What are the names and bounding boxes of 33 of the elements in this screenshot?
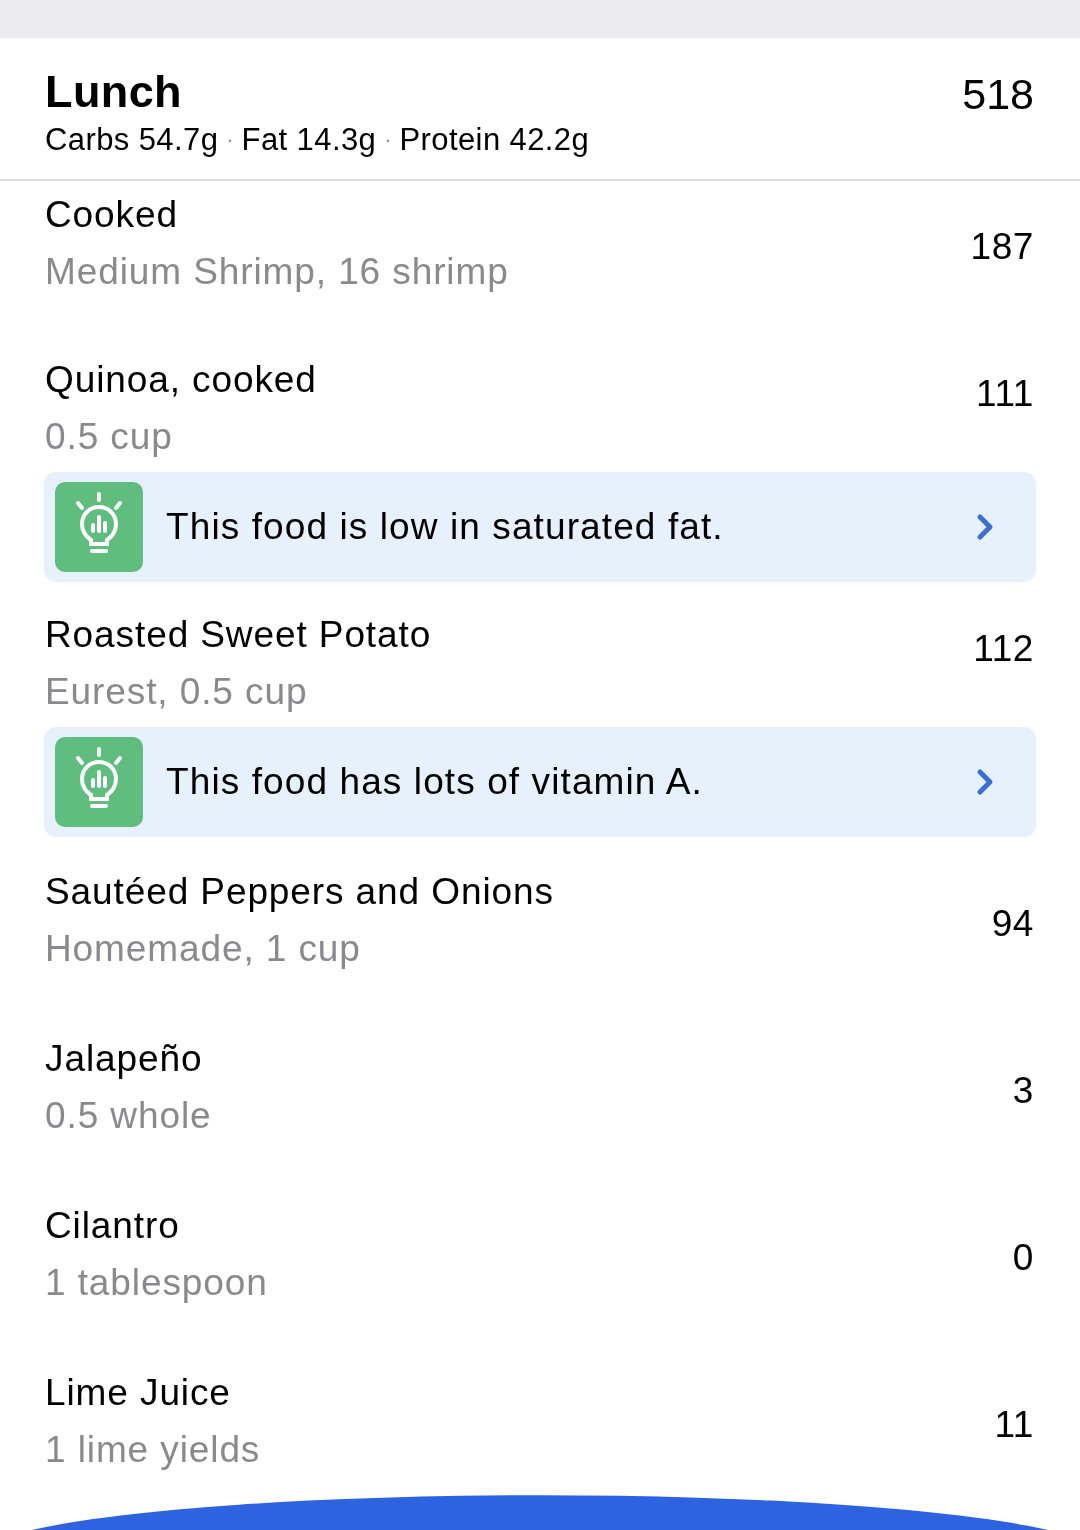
meal-title: Lunch: [45, 65, 183, 119]
macro-separator: ·: [384, 126, 392, 154]
food-calories: 111: [975, 372, 1034, 416]
macro-separator: ·: [226, 126, 234, 154]
food-serving: Homemade, 1 cup: [45, 927, 362, 971]
food-serving: 1 lime yields: [45, 1428, 261, 1472]
food-name: Sautéed Peppers and Onions: [45, 870, 554, 914]
meal-calories: 518: [962, 69, 1034, 120]
food-name: Cooked: [45, 193, 179, 237]
food-calories: 94: [991, 902, 1034, 946]
food-serving: 0.5 whole: [45, 1094, 212, 1138]
food-serving: 0.5 cup: [45, 415, 174, 459]
food-calories: 11: [994, 1403, 1034, 1447]
macro-value: Protein 42.2g: [399, 121, 590, 159]
tip-banner[interactable]: This food is low in saturated fat.: [44, 472, 1036, 582]
food-calories: 3: [1012, 1069, 1034, 1113]
food-serving: Eurest, 0.5 cup: [45, 670, 309, 714]
food-calories: 187: [970, 225, 1034, 269]
food-name: Roasted Sweet Potato: [45, 613, 432, 657]
lightbulb-icon: [55, 737, 143, 827]
macro-value: Fat 14.3g: [241, 121, 377, 159]
food-name: Quinoa, cooked: [45, 358, 317, 402]
food-name: Cilantro: [45, 1204, 181, 1248]
action-button[interactable]: [32, 1495, 1048, 1530]
lightbulb-icon: [55, 482, 143, 572]
food-calories: 112: [973, 627, 1034, 671]
tip-banner[interactable]: This food has lots of vitamin A.: [44, 727, 1036, 837]
food-serving: 1 tablespoon: [45, 1261, 268, 1305]
food-name: Lime Juice: [45, 1371, 232, 1415]
food-name: Jalapeño: [45, 1037, 204, 1081]
macro-value: Carbs 54.7g: [45, 121, 219, 159]
food-calories: 0: [1012, 1236, 1034, 1280]
food-serving: Medium Shrimp, 16 shrimp: [45, 250, 509, 294]
